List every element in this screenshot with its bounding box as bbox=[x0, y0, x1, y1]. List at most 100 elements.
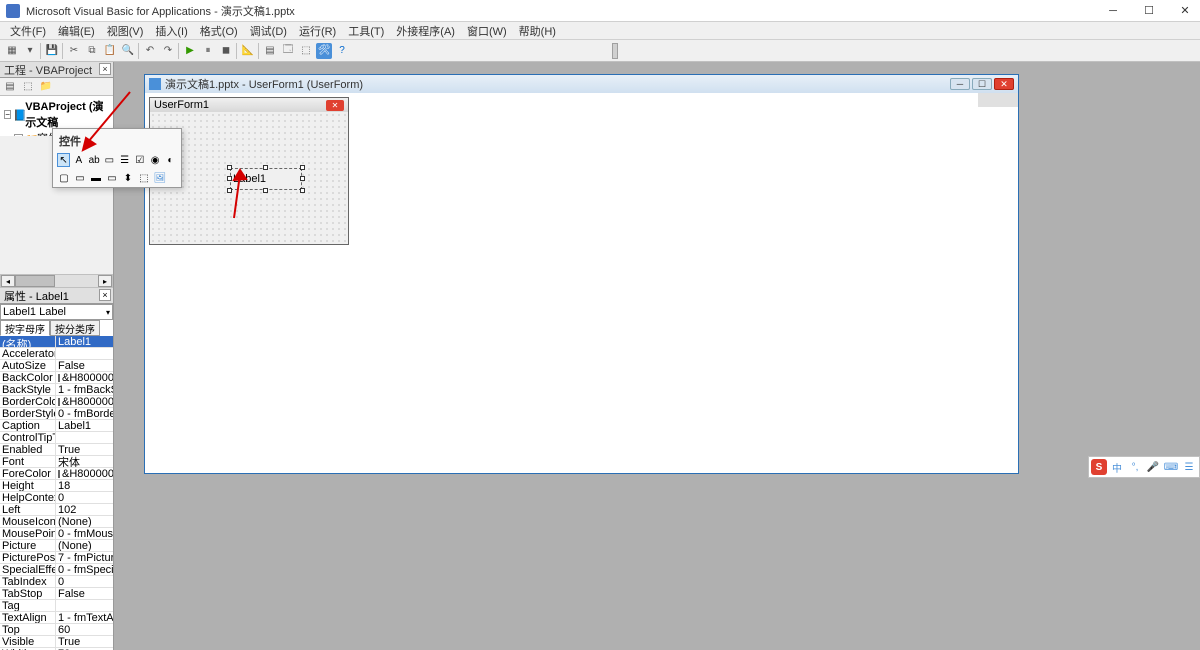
toolbox-icon[interactable]: 🛠 bbox=[316, 43, 332, 59]
property-row[interactable]: BorderStyle0 - fmBorderS bbox=[0, 408, 113, 420]
tabstrip-tool-icon[interactable]: ▬ bbox=[89, 171, 103, 185]
paste-icon[interactable]: 📋 bbox=[102, 43, 118, 59]
property-value[interactable]: False bbox=[56, 588, 113, 599]
run-icon[interactable]: ▶ bbox=[182, 43, 198, 59]
property-row[interactable]: PicturePosition7 - fmPicture bbox=[0, 552, 113, 564]
child-maximize-button[interactable]: ☐ bbox=[972, 78, 992, 90]
menu-addins[interactable]: 外接程序(A) bbox=[390, 23, 461, 39]
property-value[interactable]: (None) bbox=[56, 540, 113, 551]
ime-lang-icon[interactable]: 中 bbox=[1109, 459, 1125, 475]
label-tool-icon[interactable]: A bbox=[72, 153, 85, 167]
property-value[interactable]: Label1 bbox=[56, 420, 113, 431]
property-value[interactable]: True bbox=[56, 444, 113, 455]
help-icon[interactable]: ? bbox=[334, 43, 350, 59]
view-object-icon[interactable]: ⬚ bbox=[20, 80, 36, 94]
insert-userform-icon[interactable]: ▾ bbox=[22, 43, 38, 59]
property-row[interactable]: Picture(None) bbox=[0, 540, 113, 552]
menu-file[interactable]: 文件(F) bbox=[4, 23, 52, 39]
toolbar-handle[interactable] bbox=[612, 43, 618, 59]
property-value[interactable]: 1 - fmTextAli bbox=[56, 612, 113, 623]
property-row[interactable]: TabIndex0 bbox=[0, 576, 113, 588]
menu-help[interactable]: 帮助(H) bbox=[513, 23, 562, 39]
expand-icon[interactable]: − bbox=[4, 110, 11, 119]
property-row[interactable]: BackColor&H8000000F& bbox=[0, 372, 113, 384]
property-value[interactable] bbox=[56, 432, 113, 443]
resize-handle[interactable] bbox=[300, 165, 305, 170]
close-button[interactable]: ✕ bbox=[1176, 4, 1194, 18]
find-icon[interactable]: 🔍 bbox=[120, 43, 136, 59]
resize-handle[interactable] bbox=[300, 176, 305, 181]
child-titlebar[interactable]: 演示文稿1.pptx - UserForm1 (UserForm) ─ ☐ ✕ bbox=[145, 75, 1018, 93]
properties-close-icon[interactable]: × bbox=[99, 289, 111, 301]
property-row[interactable]: MouseIcon(None) bbox=[0, 516, 113, 528]
tab-categorized[interactable]: 按分类序 bbox=[50, 320, 100, 336]
child-close-button[interactable]: ✕ bbox=[994, 78, 1014, 90]
reset-icon[interactable]: ◼ bbox=[218, 43, 234, 59]
save-icon[interactable]: 💾 bbox=[44, 43, 60, 59]
property-value[interactable] bbox=[56, 348, 113, 359]
property-row[interactable]: Tag bbox=[0, 600, 113, 612]
property-value[interactable]: &H80000006& bbox=[56, 396, 113, 407]
child-minimize-button[interactable]: ─ bbox=[950, 78, 970, 90]
ime-punct-icon[interactable]: °, bbox=[1127, 459, 1143, 475]
property-row[interactable]: ForeColor&H80000012& bbox=[0, 468, 113, 480]
image-tool-icon[interactable]: 🖼 bbox=[153, 171, 167, 185]
menu-window[interactable]: 窗口(W) bbox=[461, 23, 513, 39]
property-value[interactable]: 102 bbox=[56, 504, 113, 515]
menu-edit[interactable]: 编辑(E) bbox=[52, 23, 101, 39]
spinbutton-tool-icon[interactable]: ⬚ bbox=[137, 171, 151, 185]
property-row[interactable]: MousePointer0 - fmMousePo bbox=[0, 528, 113, 540]
undo-icon[interactable]: ↶ bbox=[142, 43, 158, 59]
menu-insert[interactable]: 插入(I) bbox=[149, 23, 193, 39]
property-value[interactable]: &H8000000F& bbox=[56, 372, 113, 383]
property-value[interactable]: 60 bbox=[56, 624, 113, 635]
commandbutton-tool-icon[interactable]: ▭ bbox=[73, 171, 87, 185]
ime-toolbar[interactable]: S 中 °, 🎤 ⌨ ☰ bbox=[1088, 456, 1200, 478]
property-value[interactable]: 0 - fmSpecial bbox=[56, 564, 113, 575]
folder-toggle-icon[interactable]: 📁 bbox=[38, 80, 54, 94]
togglebutton-tool-icon[interactable]: ◐ bbox=[164, 153, 177, 167]
property-row[interactable]: ControlTipText bbox=[0, 432, 113, 444]
property-row[interactable]: VisibleTrue bbox=[0, 636, 113, 648]
property-row[interactable]: BackStyle1 - fmBackSty bbox=[0, 384, 113, 396]
properties-grid[interactable]: (名称)Label1AcceleratorAutoSizeFalseBackCo… bbox=[0, 336, 113, 650]
properties-icon[interactable]: 🗔 bbox=[280, 43, 296, 59]
redo-icon[interactable]: ↷ bbox=[160, 43, 176, 59]
maximize-button[interactable]: ☐ bbox=[1140, 4, 1158, 18]
view-ppt-icon[interactable]: ▦ bbox=[4, 43, 20, 59]
properties-object-combo[interactable]: Label1 Label ▾ bbox=[0, 304, 113, 320]
minimize-button[interactable]: ─ bbox=[1104, 4, 1122, 18]
property-row[interactable]: BorderColor&H80000006& bbox=[0, 396, 113, 408]
view-code-icon[interactable]: ▤ bbox=[2, 80, 18, 94]
property-row[interactable]: Left102 bbox=[0, 504, 113, 516]
property-value[interactable]: 0 bbox=[56, 492, 113, 503]
property-value[interactable]: 宋体 bbox=[56, 456, 113, 467]
property-value[interactable]: Label1 bbox=[56, 336, 113, 347]
property-value[interactable]: False bbox=[56, 360, 113, 371]
property-value[interactable]: 0 - fmBorderS bbox=[56, 408, 113, 419]
copy-icon[interactable]: ⧉ bbox=[84, 43, 100, 59]
property-value[interactable]: (None) bbox=[56, 516, 113, 527]
project-tree-hscroll[interactable]: ◂ ▸ bbox=[0, 274, 113, 288]
property-row[interactable]: TabStopFalse bbox=[0, 588, 113, 600]
combobox-tool-icon[interactable]: ▭ bbox=[103, 153, 116, 167]
optionbutton-tool-icon[interactable]: ◉ bbox=[149, 153, 162, 167]
resize-handle[interactable] bbox=[263, 165, 268, 170]
property-row[interactable]: AutoSizeFalse bbox=[0, 360, 113, 372]
ime-logo-icon[interactable]: S bbox=[1091, 459, 1107, 475]
scroll-left-icon[interactable]: ◂ bbox=[1, 275, 15, 287]
property-row[interactable]: Height18 bbox=[0, 480, 113, 492]
property-value[interactable]: 0 - fmMousePo bbox=[56, 528, 113, 539]
listbox-tool-icon[interactable]: ☰ bbox=[118, 153, 131, 167]
scroll-right-icon[interactable]: ▸ bbox=[98, 275, 112, 287]
property-row[interactable]: HelpContextID0 bbox=[0, 492, 113, 504]
property-row[interactable]: Font宋体 bbox=[0, 456, 113, 468]
menu-format[interactable]: 格式(O) bbox=[194, 23, 244, 39]
property-row[interactable]: CaptionLabel1 bbox=[0, 420, 113, 432]
scrollbar-tool-icon[interactable]: ⬍ bbox=[121, 171, 135, 185]
frame-tool-icon[interactable]: ▢ bbox=[57, 171, 71, 185]
property-row[interactable]: Accelerator bbox=[0, 348, 113, 360]
pointer-tool-icon[interactable]: ↖ bbox=[57, 153, 70, 167]
menu-debug[interactable]: 调试(D) bbox=[244, 23, 293, 39]
property-row[interactable]: (名称)Label1 bbox=[0, 336, 113, 348]
